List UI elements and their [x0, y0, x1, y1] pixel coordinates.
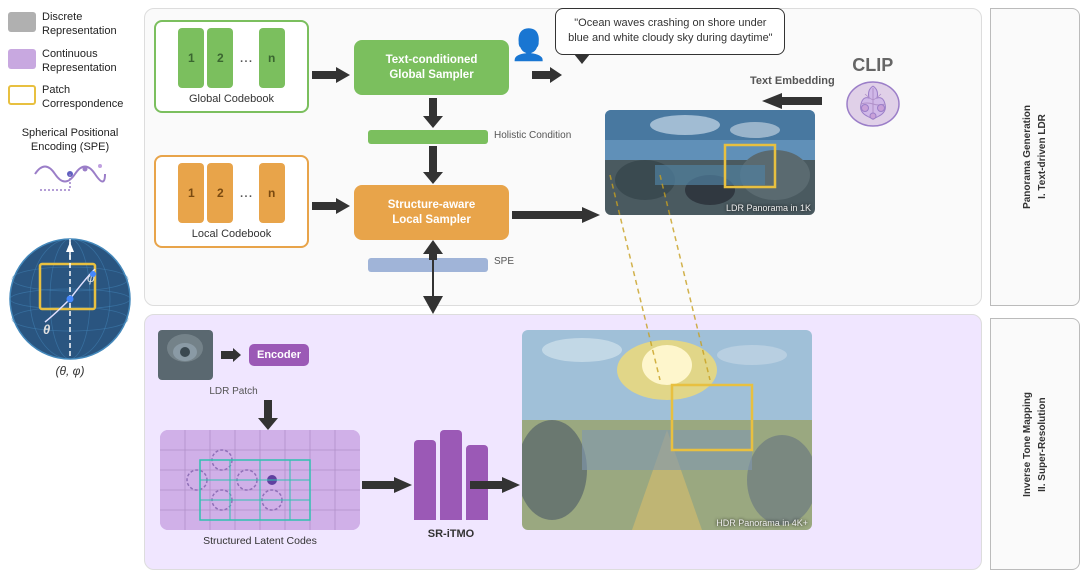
arrow-latent-to-sritmo — [362, 475, 412, 500]
speech-bubble: "Ocean waves crashing on shore under blu… — [555, 8, 785, 55]
ldr-panorama-svg — [605, 110, 815, 215]
sritmo-bar-1 — [414, 440, 436, 520]
spe-wave-icon — [30, 154, 110, 194]
arrow-down-to-bottom — [423, 244, 443, 319]
person-icon: 👤 — [510, 28, 547, 63]
clip-label: CLIP — [852, 55, 893, 76]
local-codebook-cells: 1 2 ... n — [160, 163, 303, 223]
structured-latent-label: Structured Latent Codes — [160, 535, 360, 547]
local-cell-n: n — [259, 163, 285, 223]
arrow-global-to-sampler — [312, 65, 352, 85]
ldr-patch-label: LDR Patch — [209, 386, 257, 397]
section-I-label-box: I. Text-driven LDRPanorama Generation — [990, 8, 1080, 306]
ldr-patch-encoder-row: Encoder — [158, 330, 309, 380]
encoder-box: Encoder — [249, 344, 309, 366]
arrow-speech-to-sampler — [532, 65, 562, 90]
ldr-label: LDR Panorama in 1K — [726, 203, 811, 213]
arrow-patch-to-encoder — [221, 347, 241, 363]
continuous-label: ContinuousRepresentation — [42, 47, 117, 76]
global-codebook-box: 1 2 ... n Global Codebook — [154, 20, 309, 113]
global-codebook-container: 1 2 ... n Global Codebook — [154, 20, 309, 113]
text-embedding-area: Text Embedding — [750, 75, 835, 111]
local-cell-2: 2 — [207, 163, 233, 223]
hdr-panorama-image: HDR Panorama in 4K+ — [522, 330, 812, 530]
text-embedding-label: Text Embedding — [750, 75, 835, 87]
legend-discrete: DiscreteRepresentation — [8, 10, 132, 39]
arrow-sritmo-to-hdr — [470, 475, 520, 500]
holistic-condition-label: Holistic Condition — [494, 130, 571, 141]
ldr-patch-svg — [158, 330, 213, 380]
globe-icon: φ θ — [5, 204, 135, 364]
cell-1: 1 — [178, 28, 204, 88]
ldr-patch-area: Encoder LDR Patch — [158, 330, 309, 397]
hdr-label: HDR Panorama in 4K+ — [716, 518, 808, 528]
local-codebook-box: 1 2 ... n Local Codebook — [154, 155, 309, 248]
patch-label: PatchCorrespondence — [42, 83, 123, 112]
arrow-down-1 — [423, 98, 443, 128]
local-sampler-label: Structure-awareLocal Sampler — [388, 198, 476, 228]
holistic-bar — [368, 130, 488, 144]
patch-box — [8, 85, 36, 105]
sritmo-bar-2 — [440, 430, 462, 520]
legend-patch: PatchCorrespondence — [8, 83, 132, 112]
cell-2: 2 — [207, 28, 233, 88]
legend-panel: DiscreteRepresentation ContinuousReprese… — [0, 0, 140, 583]
sritmo-label: SR-iTMO — [428, 528, 474, 540]
continuous-box — [8, 49, 36, 69]
arrow-embed-to-sampler — [762, 91, 822, 111]
local-cell-1: 1 — [178, 163, 204, 223]
arrow-down-2 — [423, 146, 443, 189]
speech-text: "Ocean waves crashing on shore under blu… — [568, 17, 772, 44]
discrete-box — [8, 12, 36, 32]
dots-1: ... — [236, 49, 255, 67]
section-I-label: I. Text-driven LDRPanorama Generation — [1020, 105, 1050, 209]
svg-text:θ: θ — [43, 322, 50, 337]
local-codebook-container: 1 2 ... n Local Codebook — [154, 155, 309, 248]
global-codebook-label: Global Codebook — [160, 93, 303, 105]
local-sampler-box: Structure-awareLocal Sampler — [354, 185, 509, 240]
section-II-label: II. Super-ResolutionInverse Tone Mapping — [1020, 392, 1050, 497]
global-sampler-box: Text-conditionedGlobal Sampler — [354, 40, 509, 95]
latent-codes-svg — [160, 430, 360, 530]
clip-area: CLIP — [843, 55, 903, 131]
ldr-patch-visual — [158, 330, 213, 380]
section-II-label-box: II. Super-ResolutionInverse Tone Mapping — [990, 318, 1080, 570]
brain-icon — [843, 76, 903, 131]
cell-n: n — [259, 28, 285, 88]
structured-latent-codes-visual — [160, 430, 360, 530]
spe-label: Spherical PositionalEncoding (SPE) — [22, 126, 119, 155]
ldr-panorama-image: LDR Panorama in 1K — [605, 110, 815, 215]
global-sampler-label: Text-conditionedGlobal Sampler — [386, 53, 478, 83]
theta-phi-label: (θ, φ) — [56, 364, 85, 378]
arrow-local-to-sampler — [312, 196, 352, 216]
speech-tail — [574, 54, 590, 64]
global-codebook-cells: 1 2 ... n — [160, 28, 303, 88]
user-speech-area: 👤 "Ocean waves crashing on shore under b… — [510, 8, 785, 63]
diagram-container: I. Text-driven LDRPanorama Generation II… — [140, 0, 1080, 583]
hdr-panorama-svg — [522, 330, 812, 530]
arrow-local-to-ldr — [512, 205, 602, 230]
legend-continuous: ContinuousRepresentation — [8, 47, 132, 76]
dots-2: ... — [236, 184, 255, 202]
local-codebook-label: Local Codebook — [160, 228, 303, 240]
spe-condition-label: SPE — [494, 256, 514, 267]
discrete-label: DiscreteRepresentation — [42, 10, 117, 39]
